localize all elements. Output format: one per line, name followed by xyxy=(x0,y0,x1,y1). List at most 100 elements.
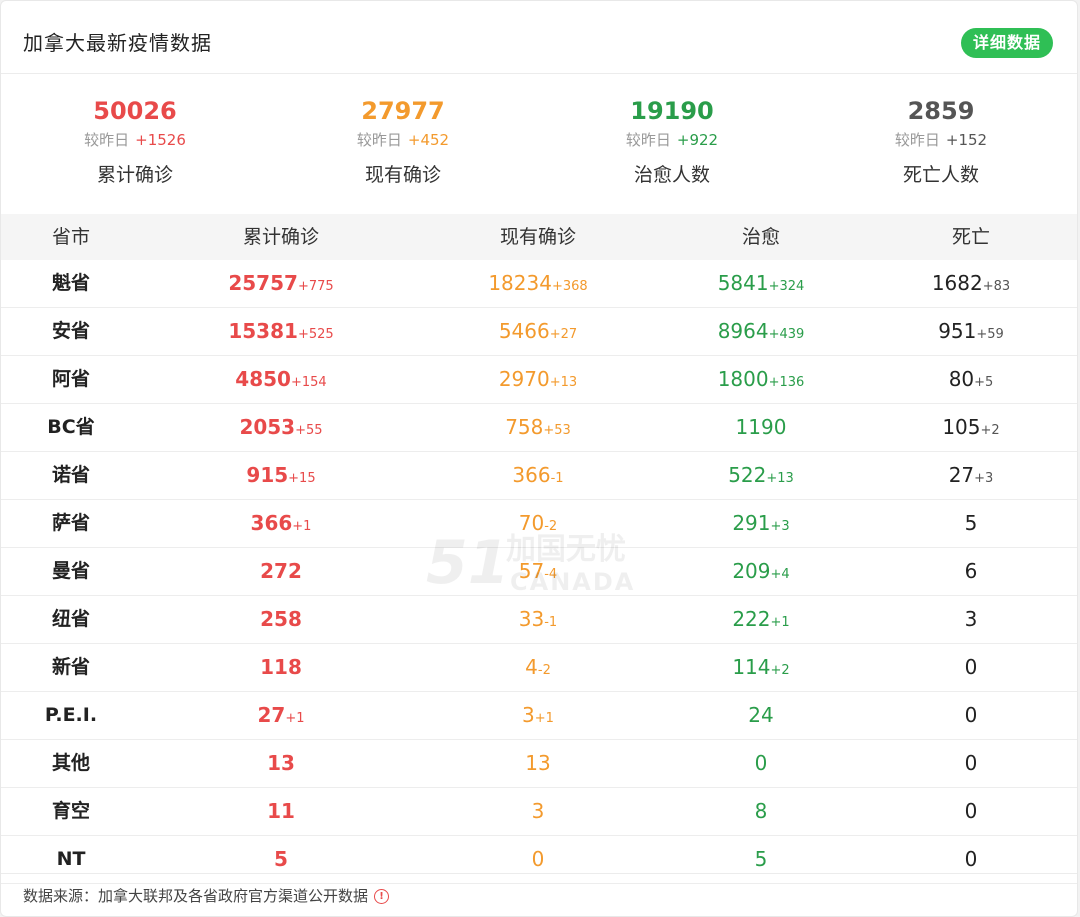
cell-value: 915 xyxy=(246,463,289,487)
cell-value: 3 xyxy=(964,607,978,631)
cell-value: 57 xyxy=(518,559,545,583)
cell-delta: +3 xyxy=(974,471,994,486)
covid-data-card: 加拿大最新疫情数据 详细数据 50026 较昨日 +1526 累计确诊 27977… xyxy=(0,0,1078,917)
cell-active: 3+1 xyxy=(418,692,658,739)
cell-delta: -1 xyxy=(544,615,558,630)
cell-cured: 5841+324 xyxy=(641,260,881,307)
cell-value: 8 xyxy=(754,799,768,823)
cell-value: 27 xyxy=(948,463,975,487)
cell-value: 5841 xyxy=(717,271,769,295)
cell-delta: +136 xyxy=(768,375,805,390)
cell-cured: 1190 xyxy=(641,404,881,451)
cell-delta: +53 xyxy=(543,423,571,438)
table-row: 新省 118 4-2 114+2 0 xyxy=(1,644,1077,692)
cell-value: 951 xyxy=(938,319,977,343)
cell-delta: +368 xyxy=(551,279,588,294)
cell-cured: 114+2 xyxy=(641,644,881,691)
page-title: 加拿大最新疫情数据 xyxy=(23,31,212,55)
cell-delta: +1 xyxy=(534,711,554,726)
cell-value: 5 xyxy=(274,847,288,871)
table-row: 安省 15381+525 5466+27 8964+439 951+59 xyxy=(1,308,1077,356)
cell-total: 258 xyxy=(161,596,401,643)
cell-total: 11 xyxy=(161,788,401,835)
cell-delta: -1 xyxy=(550,471,564,486)
cell-value: 0 xyxy=(964,847,978,871)
header-deaths: 死亡 xyxy=(951,226,990,248)
cell-delta: -2 xyxy=(544,519,558,534)
cell-cured: 522+13 xyxy=(641,452,881,499)
stat-value: 2859 xyxy=(907,97,975,125)
cell-delta: +2 xyxy=(770,663,790,678)
cell-value: 758 xyxy=(505,415,544,439)
cell-province: 纽省 xyxy=(51,608,90,630)
cell-value: 3 xyxy=(531,799,545,823)
cell-value: 27 xyxy=(257,703,286,727)
cell-deaths: 951+59 xyxy=(881,308,1061,355)
cell-province: 魁省 xyxy=(51,272,90,294)
cell-value: 272 xyxy=(260,559,302,583)
cell-value: 105 xyxy=(942,415,981,439)
cell-value: 522 xyxy=(728,463,767,487)
cell-delta: +324 xyxy=(768,279,805,294)
table-row: 纽省 258 33-1 222+1 3 xyxy=(1,596,1077,644)
cell-deaths: 3 xyxy=(881,596,1061,643)
cell-delta: +775 xyxy=(297,279,334,294)
cell-cured: 291+3 xyxy=(641,500,881,547)
cell-value: 0 xyxy=(531,847,545,871)
header-province: 省市 xyxy=(51,226,90,248)
table-row: P.E.I. 27+1 3+1 24 0 xyxy=(1,692,1077,740)
stat-value: 27977 xyxy=(361,97,445,125)
cell-value: 118 xyxy=(260,655,302,679)
stat-compare: 较昨日 +1526 xyxy=(1,129,269,151)
cell-value: 8964 xyxy=(717,319,769,343)
stat-compare: 较昨日 +452 xyxy=(269,129,537,151)
cell-value: 258 xyxy=(260,607,302,631)
cell-value: 0 xyxy=(964,703,978,727)
cell-deaths: 0 xyxy=(881,740,1061,787)
cell-delta: +55 xyxy=(295,423,323,438)
cell-value: 0 xyxy=(964,799,978,823)
cell-value: 2053 xyxy=(239,415,296,439)
cell-total: 13 xyxy=(161,740,401,787)
stat-label: 累计确诊 xyxy=(96,164,173,186)
detail-data-button[interactable]: 详细数据 xyxy=(961,28,1053,58)
cell-total: 118 xyxy=(161,644,401,691)
cell-cured: 209+4 xyxy=(641,548,881,595)
cell-value: 5 xyxy=(964,511,978,535)
cell-cured: 0 xyxy=(641,740,881,787)
cell-total: 915+15 xyxy=(161,452,401,499)
cell-value: 5466 xyxy=(498,319,550,343)
cell-cured: 222+1 xyxy=(641,596,881,643)
cell-deaths: 0 xyxy=(881,788,1061,835)
data-source-footer: 数据来源：加拿大联邦及各省政府官方渠道公开数据! xyxy=(1,873,1077,916)
cell-delta: +1 xyxy=(292,519,312,534)
card-header: 加拿大最新疫情数据 详细数据 xyxy=(1,1,1077,74)
cell-province: 育空 xyxy=(51,800,90,822)
table-row: 其他 13 13 0 0 xyxy=(1,740,1077,788)
cell-total: 25757+775 xyxy=(161,260,401,307)
header-cured: 治愈 xyxy=(741,226,780,248)
cell-total: 4850+154 xyxy=(161,356,401,403)
compare-label: 较昨日 xyxy=(894,131,940,149)
stat-delta: +452 xyxy=(407,131,450,149)
cell-active: 57-4 xyxy=(418,548,658,595)
table-row: 诺省 915+15 366-1 522+13 27+3 xyxy=(1,452,1077,500)
table-header: 省市 累计确诊 现有确诊 治愈 死亡 xyxy=(1,214,1077,260)
cell-total: 366+1 xyxy=(161,500,401,547)
info-icon[interactable]: ! xyxy=(374,889,390,904)
table-row: 育空 11 3 8 0 xyxy=(1,788,1077,836)
cell-delta: +5 xyxy=(974,375,994,390)
footer-text-wrap: 数据来源：加拿大联邦及各省政府官方渠道公开数据! xyxy=(23,874,390,916)
table-row: 阿省 4850+154 2970+13 1800+136 80+5 xyxy=(1,356,1077,404)
cell-delta: +27 xyxy=(549,327,578,342)
compare-label: 较昨日 xyxy=(625,131,671,149)
stat-compare: 较昨日 +152 xyxy=(807,129,1075,151)
cell-value: 5 xyxy=(754,847,768,871)
cell-province: 萨省 xyxy=(51,512,90,534)
table-row: BC省 2053+55 758+53 1190 105+2 xyxy=(1,404,1077,452)
cell-cured: 8 xyxy=(641,788,881,835)
cell-value: 13 xyxy=(525,751,551,775)
stat-value: 50026 xyxy=(93,97,177,125)
cell-value: 4 xyxy=(525,655,538,679)
cell-delta: +13 xyxy=(549,375,578,390)
